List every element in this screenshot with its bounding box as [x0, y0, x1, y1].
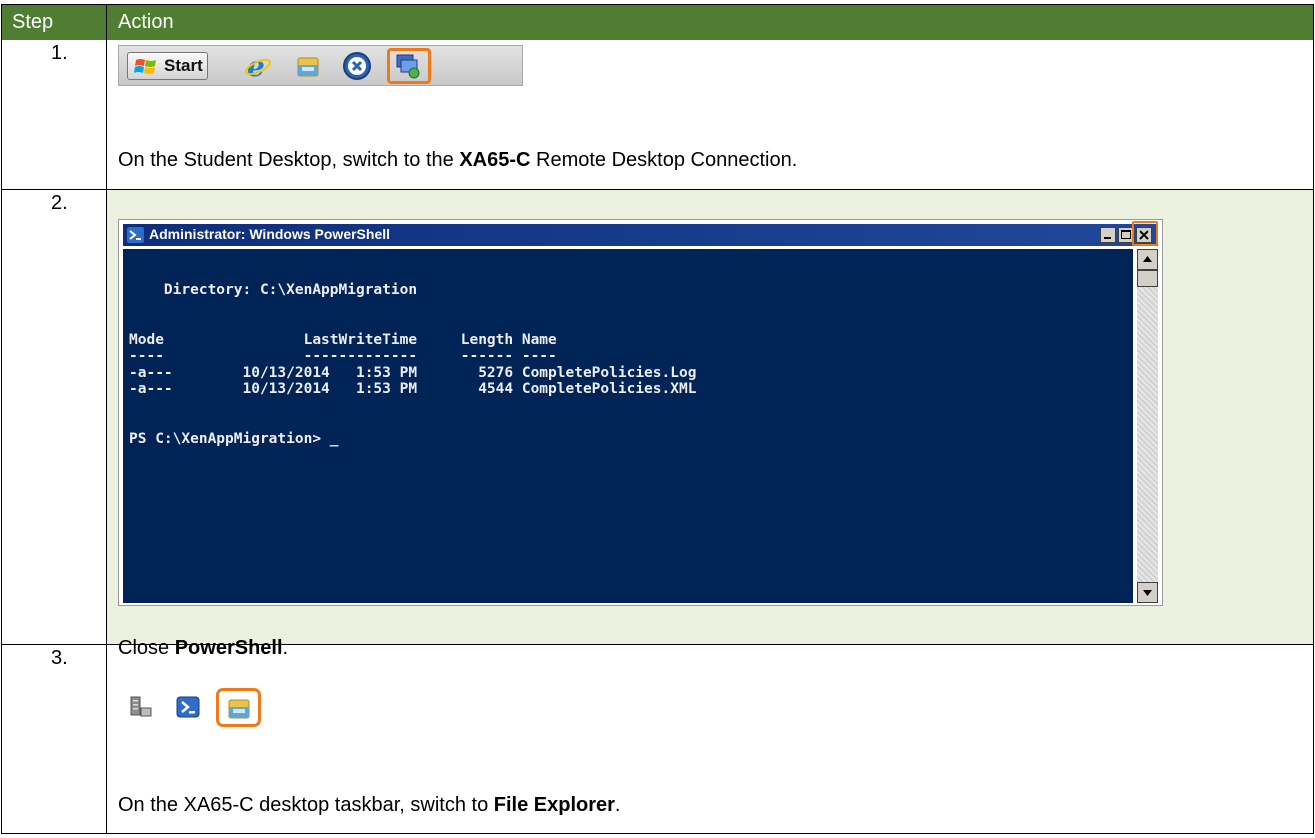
- remote-desktop-connection-icon[interactable]: [394, 52, 422, 80]
- step-3-instruction: On the XA65-C desktop taskbar, switch to…: [118, 794, 621, 816]
- arrow-down-icon: [1143, 590, 1152, 596]
- scroll-down-button[interactable]: [1137, 582, 1158, 603]
- arrow-up-icon: [1143, 256, 1152, 262]
- scroll-thumb[interactable]: [1137, 270, 1158, 287]
- file-explorer-icon[interactable]: [294, 52, 322, 80]
- console-lines: Directory: C:\XenAppMigration Mode LastW…: [129, 282, 697, 447]
- step-number: 2.: [51, 192, 68, 214]
- start-label: Start: [164, 56, 203, 75]
- console-output: Directory: C:\XenAppMigration Mode LastW…: [123, 249, 1133, 603]
- step-column-header: Step: [12, 11, 54, 33]
- window-title: Administrator: Windows PowerShell: [149, 226, 391, 242]
- step-1-instruction: On the Student Desktop, switch to the XA…: [118, 149, 798, 171]
- step-number: 1.: [51, 42, 68, 64]
- citrix-receiver-icon[interactable]: [341, 50, 373, 82]
- row-divider: [2, 189, 1313, 190]
- table-header: Step Action: [2, 5, 1313, 40]
- student-desktop-taskbar: Start e: [118, 45, 523, 86]
- powershell-window: Administrator: Windows PowerShell Direct…: [118, 219, 1163, 606]
- column-divider: [106, 5, 107, 833]
- action-column-header: Action: [118, 11, 174, 33]
- highlight-box: [1132, 221, 1158, 246]
- powershell-icon: [127, 227, 144, 243]
- step-number: 3.: [51, 647, 68, 669]
- internet-explorer-icon[interactable]: e: [244, 52, 272, 80]
- vertical-scrollbar[interactable]: [1137, 249, 1158, 603]
- scroll-up-button[interactable]: [1137, 249, 1158, 270]
- minimize-button[interactable]: [1100, 227, 1116, 243]
- start-button[interactable]: Start: [127, 52, 208, 80]
- window-titlebar: Administrator: Windows PowerShell: [123, 221, 1158, 246]
- step-2-instruction: Close PowerShell.: [118, 637, 289, 659]
- server-manager-icon[interactable]: [128, 694, 154, 720]
- powershell-taskbar-icon[interactable]: [175, 694, 201, 720]
- windows-logo-icon: [134, 59, 156, 74]
- file-explorer-icon[interactable]: [225, 694, 253, 722]
